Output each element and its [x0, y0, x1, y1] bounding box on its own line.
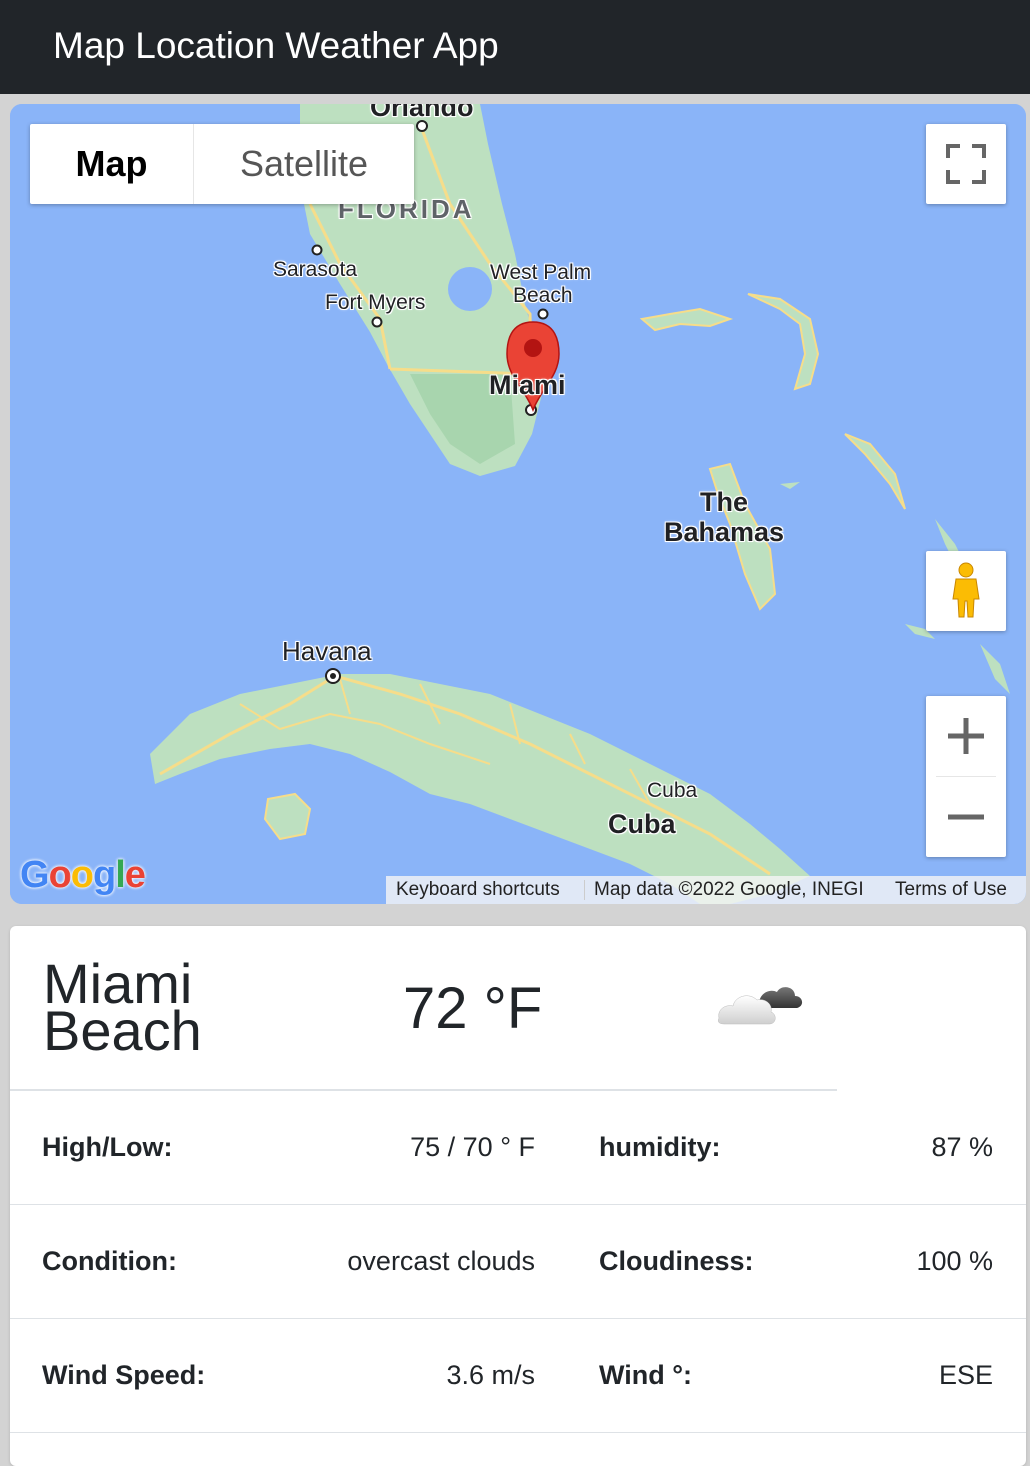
- map-type-map-button[interactable]: Map: [30, 124, 193, 204]
- map-label-havana: Havana: [282, 636, 372, 666]
- map-label-west-palm: West Palm: [490, 261, 592, 284]
- zoom-control: [926, 696, 1006, 857]
- terms-of-use-link[interactable]: Terms of Use: [895, 876, 1007, 904]
- attribution-divider: [584, 880, 585, 900]
- west-palm-dot: [537, 308, 549, 320]
- cloudiness-label: Cloudiness:: [599, 1246, 754, 1276]
- map-label-cuba: Cuba: [608, 809, 676, 839]
- app-title[interactable]: Map Location Weather App: [53, 22, 499, 70]
- humidity-value: 87 %: [931, 1132, 993, 1162]
- fullscreen-button[interactable]: [926, 124, 1006, 204]
- row-divider: [10, 1318, 1026, 1319]
- map-label-cuba-small: Cuba: [647, 779, 698, 802]
- zoom-in-button[interactable]: [926, 696, 1006, 776]
- map-canvas[interactable]: [10, 104, 1026, 904]
- map-label-the: The: [700, 487, 749, 517]
- map-label-fort-myers: Fort Myers: [325, 291, 426, 314]
- high-low-value: 75 / 70 ° F: [410, 1132, 535, 1162]
- wind-speed-label: Wind Speed:: [42, 1360, 206, 1390]
- zoom-out-icon: [948, 814, 984, 820]
- city-name: Miami Beach: [43, 952, 202, 1062]
- keyboard-shortcuts-link[interactable]: Keyboard shortcuts: [396, 876, 560, 904]
- map-label-sarasota: Sarasota: [273, 258, 358, 281]
- weather-card: Miami Beach 72 °F High/Low: 75 / 70 ° F …: [10, 926, 1026, 1466]
- map-attribution-bar: Keyboard shortcuts Map data ©2022 Google…: [386, 876, 1026, 904]
- wind-direction-value: ESE: [938, 1360, 993, 1390]
- zoom-out-button[interactable]: [926, 777, 1006, 857]
- map[interactable]: Orlando FLORIDA Sarasota Fort Myers West…: [10, 104, 1026, 904]
- row-divider: [10, 1432, 1026, 1433]
- map-type-control: Map Satellite: [30, 124, 414, 204]
- lake-okeechobee: [448, 267, 492, 311]
- pegman-icon: [952, 562, 980, 618]
- fort-myers-dot: [371, 316, 383, 328]
- header-divider: [10, 1089, 837, 1091]
- map-label-beach: Beach: [513, 284, 573, 307]
- map-label-miami: Miami: [489, 370, 566, 400]
- humidity-label: humidity:: [599, 1132, 721, 1162]
- overcast-clouds-icon: [715, 978, 805, 1033]
- google-logo[interactable]: Google: [20, 854, 146, 897]
- sarasota-dot: [311, 244, 323, 256]
- high-low-label: High/Low:: [42, 1132, 173, 1162]
- cloudiness-value: 100 %: [916, 1246, 993, 1276]
- map-label-bahamas: Bahamas: [664, 517, 785, 547]
- zoom-in-icon: [948, 718, 984, 754]
- map-type-satellite-button[interactable]: Satellite: [194, 124, 414, 204]
- row-divider: [10, 1204, 1026, 1205]
- map-label-orlando: Orlando: [370, 104, 474, 122]
- map-data-text: Map data ©2022 Google, INEGI: [594, 879, 864, 900]
- condition-value: overcast clouds: [347, 1246, 535, 1276]
- condition-label: Condition:: [42, 1246, 177, 1276]
- wind-speed-value: 3.6 m/s: [446, 1360, 535, 1390]
- navbar: Map Location Weather App: [0, 0, 1030, 94]
- fullscreen-icon: [946, 144, 986, 184]
- street-view-button[interactable]: [926, 551, 1006, 631]
- wind-direction-label: Wind °:: [599, 1360, 693, 1390]
- temperature: 72 °F: [403, 976, 543, 1041]
